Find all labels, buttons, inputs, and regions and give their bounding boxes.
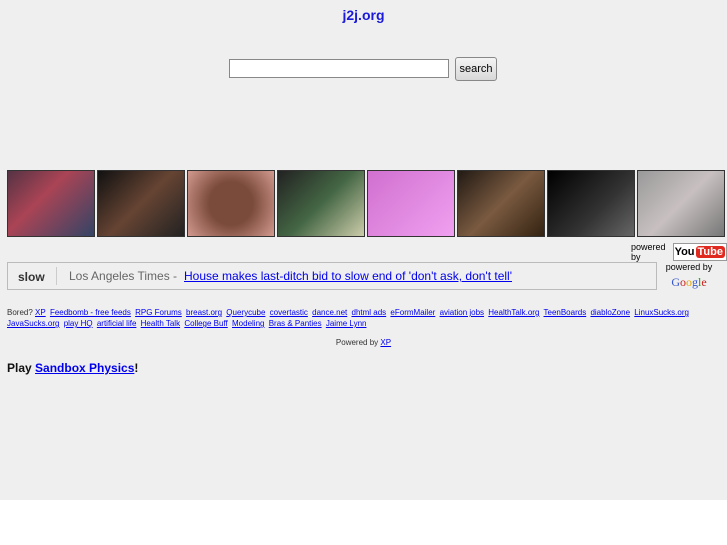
link-list: Bored? XP Feedbomb - free feeds RPG Foru… [7, 307, 723, 329]
bored-label: Bored? [7, 308, 33, 317]
sandbox-physics-link[interactable]: Sandbox Physics [35, 361, 134, 375]
powered-by-label: powered by [631, 242, 666, 262]
site-link[interactable]: College Buff [184, 319, 227, 328]
site-link[interactable]: Health Talk [141, 319, 180, 328]
site-link[interactable]: play HQ [64, 319, 93, 328]
google-logo: Google [671, 275, 707, 289]
site-link[interactable]: covertastic [270, 308, 308, 317]
site-link[interactable]: dhtml ads [352, 308, 387, 317]
youtube-logo[interactable]: You Tube [672, 243, 727, 261]
google-credit: powered by Google [665, 262, 713, 290]
news-keyword: slow [18, 270, 45, 284]
video-thumbnail[interactable] [277, 170, 365, 237]
news-headline-link[interactable]: House makes last-ditch bid to slow end o… [184, 269, 512, 283]
site-link[interactable]: dance.net [312, 308, 347, 317]
exclamation: ! [134, 361, 139, 375]
logo-tube: Tube [695, 246, 725, 258]
xp-link[interactable]: XP [380, 338, 391, 347]
powered-label: Powered by [335, 338, 379, 347]
site-link[interactable]: eFormMailer [390, 308, 435, 317]
powered-by-xp: Powered by XP [0, 338, 727, 347]
site-link[interactable]: Bras & Panties [269, 319, 322, 328]
site-link[interactable]: aviation jobs [440, 308, 484, 317]
site-link[interactable]: Modeling [232, 319, 264, 328]
search-input[interactable] [229, 59, 449, 78]
site-link[interactable]: Querycube [226, 308, 265, 317]
video-thumbnail[interactable] [637, 170, 725, 237]
site-link[interactable]: JavaSucks.org [7, 319, 59, 328]
video-thumbnail[interactable] [367, 170, 455, 237]
site-link[interactable]: TeenBoards [544, 308, 587, 317]
site-link[interactable]: RPG Forums [135, 308, 182, 317]
site-link[interactable]: breast.org [186, 308, 222, 317]
site-link[interactable]: LinuxSucks.org [634, 308, 689, 317]
site-link[interactable]: artificial life [97, 319, 137, 328]
site-link[interactable]: Feedbomb - free feeds [50, 308, 131, 317]
divider [56, 267, 57, 285]
page: j2j.org search powered by You Tube slow L… [0, 0, 727, 500]
video-thumbnail[interactable] [187, 170, 275, 237]
search-button[interactable]: search [455, 57, 497, 81]
video-thumbnail[interactable] [97, 170, 185, 237]
site-link[interactable]: XP [35, 308, 46, 317]
site-link[interactable]: Jaime Lynn [326, 319, 367, 328]
youtube-credit: powered by You Tube [631, 242, 727, 262]
play-promo: Play Sandbox Physics! [7, 361, 138, 375]
logo-you: You [674, 246, 695, 258]
news-ticker: slow Los Angeles Times - House makes las… [7, 262, 657, 290]
video-thumbnail[interactable] [547, 170, 635, 237]
news-source: Los Angeles Times - [69, 269, 178, 283]
video-thumbnail[interactable] [7, 170, 95, 237]
powered-by-label: powered by [665, 262, 713, 272]
video-thumbnail[interactable] [457, 170, 545, 237]
play-label: Play [7, 361, 32, 375]
site-link[interactable]: diabloZone [590, 308, 630, 317]
site-link[interactable]: HealthTalk.org [488, 308, 539, 317]
site-title[interactable]: j2j.org [0, 7, 727, 23]
